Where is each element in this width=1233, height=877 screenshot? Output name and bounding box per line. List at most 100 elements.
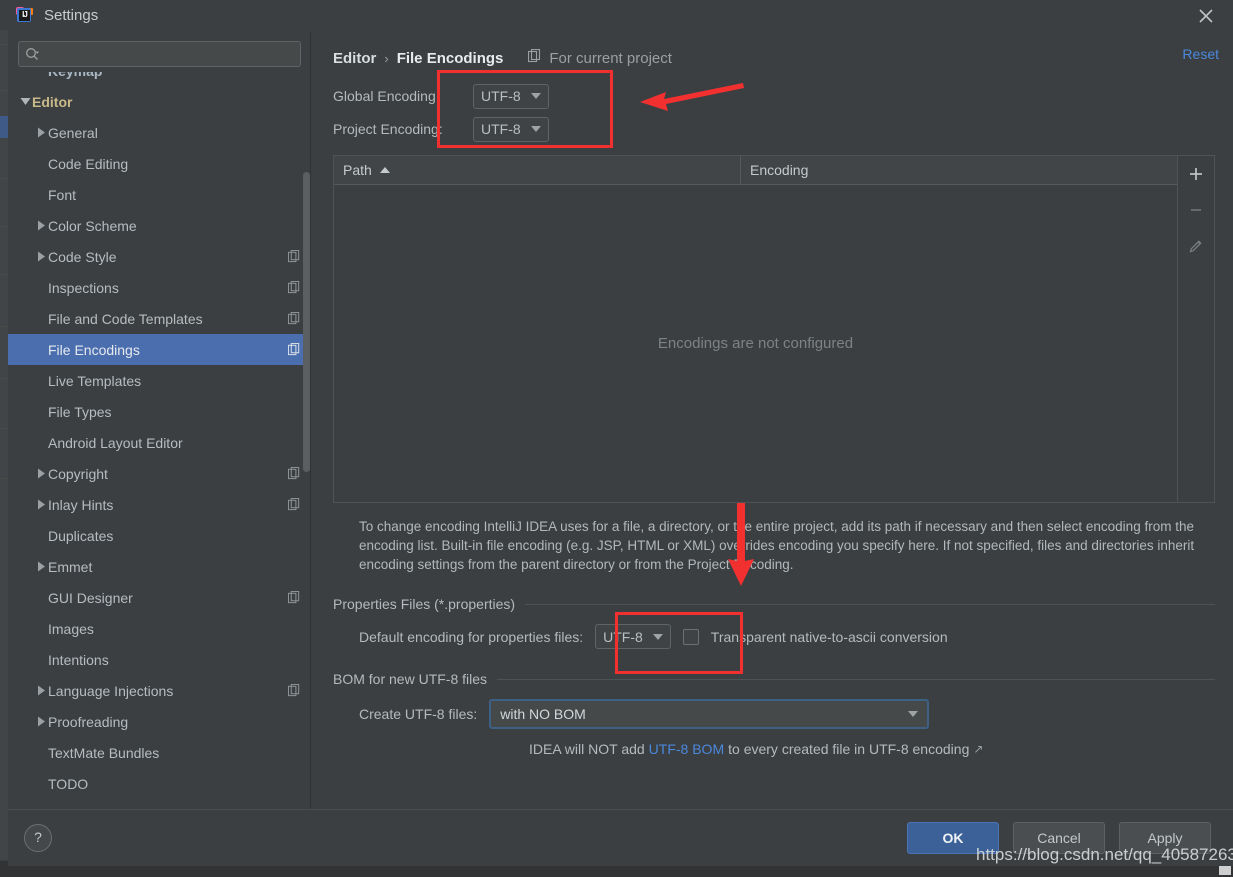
add-button[interactable]	[1183, 161, 1209, 187]
chevron-down-icon	[530, 93, 541, 99]
sidebar-item-images[interactable]: Images	[8, 613, 311, 644]
project-encoding-row: Project Encoding: UTF-8	[333, 115, 1215, 143]
bom-note-link[interactable]: UTF-8 BOM	[649, 741, 724, 757]
sidebar-item-label: Duplicates	[48, 527, 114, 544]
sidebar-item-label: Android Layout Editor	[48, 434, 183, 451]
table-header: Path Encoding	[334, 156, 1177, 185]
dialog-footer: ? OK Cancel Apply	[8, 809, 1233, 866]
settings-sidebar: Keymap Editor General Code Editing Font Colo…	[8, 31, 311, 809]
column-header-encoding[interactable]: Encoding	[741, 156, 1177, 184]
chevron-right-icon[interactable]	[34, 561, 48, 572]
sidebar-item-editor[interactable]: Editor	[8, 86, 311, 117]
sidebar-item-label: Inspections	[48, 279, 119, 296]
remove-button[interactable]	[1183, 197, 1209, 223]
search-box[interactable]	[18, 41, 301, 67]
breadcrumb-root[interactable]: Editor	[333, 50, 376, 67]
copy-icon	[288, 343, 301, 356]
sidebar-item-gui-designer[interactable]: GUI Designer	[8, 582, 311, 613]
global-encoding-combo[interactable]: UTF-8	[473, 83, 549, 109]
sidebar-item-label: Font	[48, 186, 77, 203]
external-link-icon: ↗	[973, 742, 984, 756]
copy-icon	[288, 250, 301, 263]
default-properties-encoding-row: Default encoding for properties files: U…	[359, 624, 1215, 649]
sidebar-item-file-and-code-templates[interactable]: File and Code Templates	[8, 303, 311, 334]
sidebar-item-file-types[interactable]: File Types	[8, 396, 311, 427]
sidebar-item-code-style[interactable]: Code Style	[8, 241, 311, 272]
sidebar-item-label: Emmet	[48, 558, 93, 575]
chevron-right-icon[interactable]	[34, 468, 48, 479]
transparent-conversion-label: Transparent native-to-ascii conversion	[710, 628, 948, 645]
chevron-right-icon[interactable]	[34, 220, 48, 231]
sidebar-item-label: TODO	[48, 775, 89, 792]
sidebar-item-label: GUI Designer	[48, 589, 133, 606]
sidebar-item-label: Inlay Hints	[48, 496, 114, 513]
sidebar-item-android-layout-editor[interactable]: Android Layout Editor	[8, 427, 311, 458]
sidebar-item-duplicates[interactable]: Duplicates	[8, 520, 311, 551]
sidebar-item-general[interactable]: General	[8, 117, 311, 148]
global-encoding-row: Global Encoding: UTF-8	[333, 82, 1215, 110]
edit-button[interactable]	[1183, 233, 1209, 259]
sidebar-scrollbar[interactable]	[303, 172, 310, 472]
default-properties-encoding-combo[interactable]: UTF-8	[595, 624, 671, 649]
create-utf8-files-combo[interactable]: with NO BOM	[489, 699, 930, 729]
sidebar-item-font[interactable]: Font	[8, 179, 311, 210]
sidebar-item-label: Language Injections	[48, 682, 174, 699]
sidebar-item-color-scheme[interactable]: Color Scheme	[8, 210, 311, 241]
bom-note: IDEA will NOT add UTF-8 BOM to every cre…	[529, 741, 1215, 757]
sidebar-item-emmet[interactable]: Emmet	[8, 551, 311, 582]
chevron-right-icon[interactable]	[34, 127, 48, 138]
project-encoding-value: UTF-8	[481, 121, 521, 137]
properties-section-title: Properties Files (*.properties)	[333, 596, 516, 612]
sidebar-item-label: Code Editing	[48, 155, 129, 172]
chevron-right-icon[interactable]	[34, 685, 48, 696]
table-toolbar	[1177, 156, 1214, 502]
scope-label: For current project	[549, 49, 672, 67]
tree-clipped-item: Keymap	[8, 72, 311, 86]
chevron-right-icon[interactable]	[34, 716, 48, 727]
column-header-path[interactable]: Path	[334, 156, 741, 184]
dialog-titlebar: IJ Settings	[8, 0, 1233, 31]
sidebar-item-label: Color Scheme	[48, 217, 137, 234]
empty-state-message: Encodings are not configured	[657, 335, 854, 352]
sidebar-item-label: TextMate Bundles	[48, 744, 160, 761]
copy-icon	[288, 312, 301, 325]
sidebar-item-language-injections[interactable]: Language Injections	[8, 675, 311, 706]
sidebar-item-copyright[interactable]: Copyright	[8, 458, 311, 489]
chevron-down-icon	[908, 711, 919, 717]
chevron-right-icon[interactable]	[34, 499, 48, 510]
sidebar-item-todo[interactable]: TODO	[8, 768, 311, 799]
sidebar-item-intentions[interactable]: Intentions	[8, 644, 311, 675]
search-input[interactable]	[44, 45, 294, 63]
settings-tree: Keymap Editor General Code Editing Font Colo…	[8, 72, 311, 809]
bom-section-title: BOM for new UTF-8 files	[333, 671, 488, 687]
sidebar-item-proofreading[interactable]: Proofreading	[8, 706, 311, 737]
section-divider	[525, 603, 1215, 605]
sidebar-item-textmate-bundles[interactable]: TextMate Bundles	[8, 737, 311, 768]
reset-link[interactable]: Reset	[1182, 46, 1219, 62]
sidebar-item-live-templates[interactable]: Live Templates	[8, 365, 311, 396]
sidebar-item-label: File and Code Templates	[48, 310, 203, 327]
project-encoding-combo[interactable]: UTF-8	[473, 116, 549, 142]
dialog-title: Settings	[44, 7, 99, 24]
sidebar-item-inlay-hints[interactable]: Inlay Hints	[8, 489, 311, 520]
ok-button[interactable]: OK	[907, 822, 999, 854]
sidebar-item-inspections[interactable]: Inspections	[8, 272, 311, 303]
intellij-idea-icon: IJ	[16, 7, 33, 24]
chevron-down-icon	[530, 126, 541, 132]
chevron-right-icon[interactable]	[34, 251, 48, 262]
help-button[interactable]: ?	[24, 824, 52, 852]
sidebar-item-label: Intentions	[48, 651, 109, 668]
copy-icon	[288, 591, 301, 604]
sidebar-item-code-editing[interactable]: Code Editing	[8, 148, 311, 179]
create-utf8-files-label: Create UTF-8 files:	[359, 706, 478, 722]
cancel-button[interactable]: Cancel	[1013, 822, 1105, 854]
chevron-down-icon[interactable]	[18, 97, 32, 106]
apply-button[interactable]: Apply	[1119, 822, 1211, 854]
global-encoding-label: Global Encoding:	[333, 88, 440, 104]
close-icon[interactable]	[1193, 3, 1219, 29]
default-properties-encoding-label: Default encoding for properties files:	[359, 628, 584, 645]
sidebar-item-file-encodings[interactable]: File Encodings	[8, 334, 311, 365]
sidebar-item-label: Copyright	[48, 465, 108, 482]
bom-section-header: BOM for new UTF-8 files	[333, 671, 1215, 687]
transparent-conversion-checkbox[interactable]	[682, 628, 699, 645]
